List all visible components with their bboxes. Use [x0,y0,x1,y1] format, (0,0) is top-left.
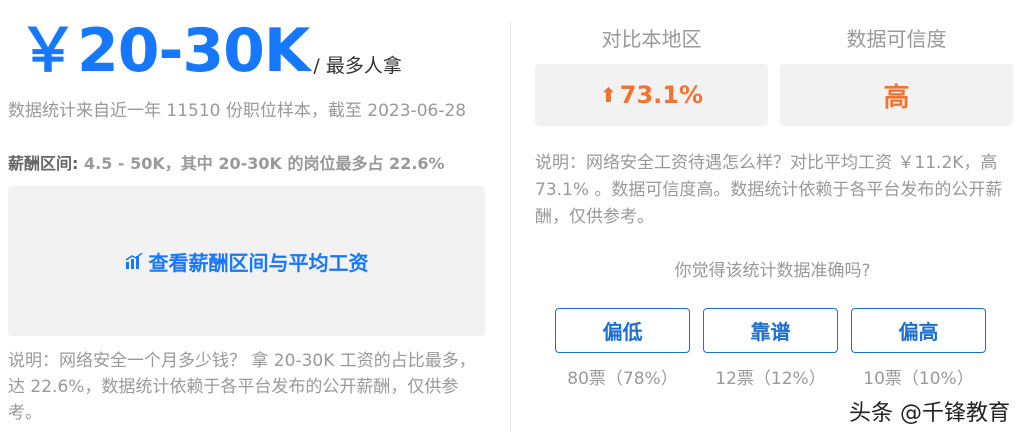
salary-chart-link[interactable]: 查看薪酬区间与平均工资 [125,247,369,276]
vote-button-low[interactable]: 偏低 [555,308,690,353]
bar-chart-icon [125,253,142,269]
salary-range-title: 薪酬区间: [8,154,84,173]
compare-value-wrap: ⬆ 73.1% [600,81,703,109]
arrow-up-icon: ⬆ [599,83,617,107]
watermark: 头条 @千锋教育 [849,401,1010,426]
vote-button-reliable[interactable]: 靠谱 [703,308,838,353]
trust-value: 高 [883,82,910,113]
salary-note: 说明：网络安全一个月多少钱？ 拿 20-30K 工资的占比最多，达 22.6%，… [8,351,476,423]
compare-box: ⬆ 73.1% [535,64,768,126]
compare-label: 对比本地区 [601,27,702,51]
compare-value: 73.1% [619,81,704,109]
salary-suffix: / 最多人拿 [313,55,402,77]
salary-chart-link-box[interactable]: 查看薪酬区间与平均工资 [8,186,485,336]
salary-value: ￥20-30K [18,16,310,86]
vote-count-low: 80票（78%） [567,369,678,389]
vote-count-high: 10票（10%） [863,369,974,389]
vote-question: 你觉得该统计数据准确吗? [674,261,871,281]
vote-count-reliable: 12票（12%） [715,369,826,389]
sample-info: 数据统计来自近一年 11510 份职位样本，截至 2023-06-28 [8,101,467,121]
salary-headline: ￥20-30K / 最多人拿 [18,12,402,90]
stats-note: 说明：网络安全工资待遇怎么样？对比平均工资 ￥11.2K，高 73.1% 。数据… [535,153,1003,227]
salary-panel: ￥20-30K / 最多人拿 数据统计来自近一年 11510 份职位样本，截至 … [0,0,500,437]
vote-button-high[interactable]: 偏高 [851,308,986,353]
trust-box: 高 [780,64,1013,126]
salary-chart-link-label[interactable]: 查看薪酬区间与平均工资 [149,247,369,276]
panel-divider [510,22,511,432]
salary-range: 薪酬区间: 4.5 - 50K，其中 20-30K 的岗位最多占 22.6% [8,150,445,174]
salary-range-text: 4.5 - 50K，其中 20-30K 的岗位最多占 22.6% [83,154,445,173]
trust-label: 数据可信度 [846,27,947,51]
